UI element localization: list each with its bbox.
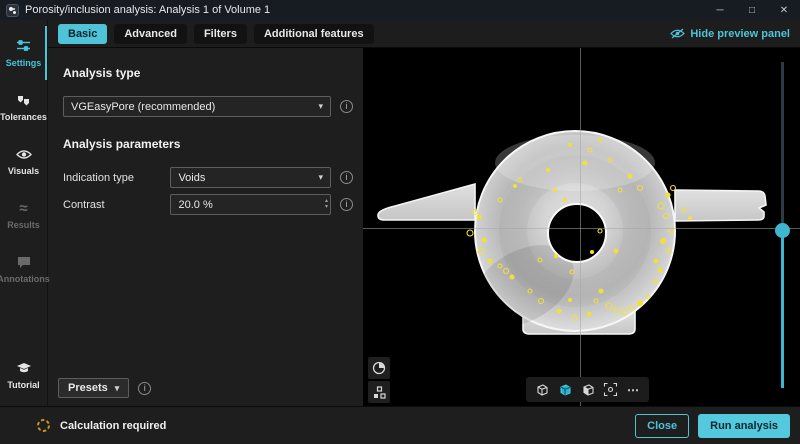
eye-icon <box>16 146 32 162</box>
tab-basic[interactable]: Basic <box>58 24 107 44</box>
render-mode-icon <box>372 361 386 375</box>
info-icon[interactable] <box>340 100 353 113</box>
contrast-input[interactable]: 20.0 % ▴ ▾ <box>170 194 331 215</box>
view-toolbar: ⋯ <box>526 377 649 402</box>
status-bar: Calculation required Close Run analysis <box>0 406 800 444</box>
cube-mixed-icon <box>580 382 595 397</box>
sidebar-item-label: Tolerances <box>0 112 47 122</box>
slider-track-upper[interactable] <box>781 62 784 223</box>
run-analysis-button[interactable]: Run analysis <box>698 414 790 438</box>
analysis-type-dropdown[interactable]: VGEasyPore (recommended) ▾ <box>63 96 331 117</box>
close-button[interactable]: Close <box>635 414 689 438</box>
sidebar-item-tolerances[interactable]: Tolerances <box>0 80 47 134</box>
status-text: Calculation required <box>60 420 166 432</box>
tab-additional-features[interactable]: Additional features <box>254 24 374 44</box>
chevron-down-icon: ▾ <box>318 172 323 183</box>
scene-layout-button[interactable] <box>368 381 390 403</box>
indication-type-dropdown[interactable]: Voids ▾ <box>170 167 331 188</box>
sidebar-item-label: Visuals <box>8 166 39 176</box>
view-2d-slice-button[interactable] <box>556 381 573 398</box>
view-combined-button[interactable] <box>579 381 596 398</box>
analysis-parameters-heading: Analysis parameters <box>63 137 353 151</box>
maximize-button[interactable]: □ <box>736 0 768 20</box>
porosity-analysis-dialog: Porosity/inclusion analysis: Analysis 1 … <box>0 0 800 444</box>
eye-slash-icon <box>670 28 685 39</box>
crosshair-horizontal-line[interactable] <box>363 228 800 229</box>
minimize-button[interactable]: ─ <box>704 0 736 20</box>
ct-slice-image <box>363 48 800 406</box>
hide-preview-panel-link[interactable]: Hide preview panel <box>670 28 790 40</box>
tab-filters[interactable]: Filters <box>194 24 247 44</box>
graduation-cap-icon <box>16 360 32 376</box>
crosshair-vertical-line[interactable] <box>580 48 581 406</box>
settings-form: Analysis type VGEasyPore (recommended) ▾… <box>48 48 363 406</box>
preview-panel: ⋯ <box>363 48 800 406</box>
indication-type-label: Indication type <box>63 172 170 184</box>
sidebar-item-tutorial[interactable]: Tutorial <box>0 348 47 402</box>
fit-view-button[interactable] <box>602 381 619 398</box>
scene-tree-icon <box>373 386 386 399</box>
view-3d-wireframe-button[interactable] <box>533 381 550 398</box>
tab-bar: Basic Advanced Filters Additional featur… <box>48 20 800 48</box>
presets-button[interactable]: Presets ▾ <box>58 378 129 398</box>
sidebar-item-label: Results <box>7 220 40 230</box>
cube-wireframe-icon <box>534 382 549 397</box>
contrast-value: 20.0 % <box>178 199 325 211</box>
sidebar: Settings Tolerances Visuals ≈ Results <box>0 20 48 406</box>
results-wave-icon: ≈ <box>19 200 27 216</box>
chevron-down-icon: ▾ <box>115 383 120 394</box>
sidebar-item-annotations[interactable]: Annotations <box>0 242 47 296</box>
sidebar-item-results[interactable]: ≈ Results <box>0 188 47 242</box>
slider-track-lower[interactable] <box>781 237 784 388</box>
sidebar-item-label: Tutorial <box>7 380 39 390</box>
window-title: Porosity/inclusion analysis: Analysis 1 … <box>25 4 270 16</box>
sidebar-item-visuals[interactable]: Visuals <box>0 134 47 188</box>
info-icon[interactable] <box>340 198 353 211</box>
more-options-button[interactable]: ⋯ <box>625 381 642 398</box>
calculation-required-icon <box>36 418 51 433</box>
title-bar: Porosity/inclusion analysis: Analysis 1 … <box>0 0 800 20</box>
info-icon[interactable] <box>138 382 151 395</box>
rendering-settings-button[interactable] <box>368 357 390 379</box>
analysis-type-heading: Analysis type <box>63 66 353 80</box>
hide-preview-panel-label: Hide preview panel <box>690 28 790 40</box>
sidebar-item-label: Annotations <box>0 274 50 284</box>
cube-solid-icon <box>557 382 572 397</box>
sidebar-item-settings[interactable]: Settings <box>0 26 47 80</box>
close-window-button[interactable]: ✕ <box>768 0 800 20</box>
tolerances-icon <box>16 92 32 108</box>
fit-view-icon <box>603 382 618 397</box>
presets-label: Presets <box>68 382 108 394</box>
chevron-down-icon: ▾ <box>318 101 323 112</box>
slice-slider <box>773 48 791 406</box>
sidebar-item-label: Settings <box>6 58 42 68</box>
tab-advanced[interactable]: Advanced <box>114 24 187 44</box>
annotations-bubble-icon <box>17 254 31 270</box>
contrast-label: Contrast <box>63 199 170 211</box>
settings-sliders-icon <box>16 38 31 54</box>
slider-handle[interactable] <box>775 223 790 238</box>
indication-type-value: Voids <box>178 172 205 184</box>
info-icon[interactable] <box>340 171 353 184</box>
analysis-type-value: VGEasyPore (recommended) <box>71 101 215 113</box>
porosity-app-icon <box>6 4 19 17</box>
spinner-down-icon[interactable]: ▾ <box>325 205 328 211</box>
more-icon: ⋯ <box>627 383 640 397</box>
